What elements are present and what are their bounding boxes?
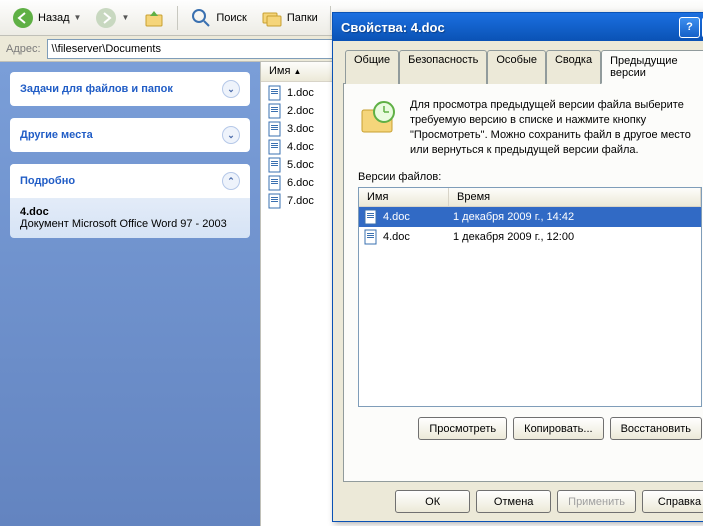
- doc-icon: [267, 157, 283, 173]
- chevron-down-icon: ▼: [121, 13, 129, 22]
- folders-label: Папки: [287, 12, 318, 24]
- tab-2[interactable]: Особые: [487, 50, 546, 84]
- doc-icon: [267, 175, 283, 191]
- tasks-sidebar: Задачи для файлов и папок ⌄ Другие места…: [0, 62, 260, 526]
- doc-icon: [363, 229, 379, 245]
- view-button[interactable]: Просмотреть: [418, 417, 507, 440]
- forward-icon: [95, 7, 117, 29]
- tab-0[interactable]: Общие: [345, 50, 399, 84]
- tab-1[interactable]: Безопасность: [399, 50, 487, 84]
- folder-up-icon: [143, 7, 165, 29]
- details-description: Документ Microsoft Office Word 97 - 2003: [20, 218, 240, 230]
- dialog-title: Свойства: 4.doc: [341, 20, 445, 35]
- doc-icon: [267, 121, 283, 137]
- panel-details: Подробно ⌃ 4.doc Документ Microsoft Offi…: [10, 164, 250, 238]
- folders-button[interactable]: Папки: [255, 4, 324, 32]
- version-row[interactable]: 4.doc 1 декабря 2009 г., 12:00: [359, 227, 701, 247]
- tab-content: Для просмотра предыдущей версии файла вы…: [343, 84, 703, 482]
- version-name: 4.doc: [383, 211, 410, 223]
- chevron-down-icon: ⌄: [222, 80, 240, 98]
- chevron-up-icon: ⌃: [222, 172, 240, 190]
- file-name: 6.doc: [287, 177, 314, 189]
- doc-icon: [363, 209, 379, 225]
- panel-title: Другие места: [20, 129, 93, 141]
- tab-3[interactable]: Сводка: [546, 50, 601, 84]
- file-name: 4.doc: [287, 141, 314, 153]
- back-label: Назад: [38, 12, 70, 24]
- search-button[interactable]: Поиск: [184, 4, 252, 32]
- file-name: 7.doc: [287, 195, 314, 207]
- up-button[interactable]: [137, 4, 171, 32]
- details-filename: 4.doc: [20, 206, 240, 218]
- panel-other-places: Другие места ⌄: [10, 118, 250, 152]
- doc-icon: [267, 103, 283, 119]
- panel-file-tasks: Задачи для файлов и папок ⌄: [10, 72, 250, 106]
- search-icon: [190, 7, 212, 29]
- forward-button[interactable]: ▼: [89, 4, 135, 32]
- version-name: 4.doc: [383, 231, 410, 243]
- separator: [330, 6, 331, 30]
- help-text: Для просмотра предыдущей версии файла вы…: [410, 98, 702, 157]
- file-name: 1.doc: [287, 87, 314, 99]
- restore-button[interactable]: Восстановить: [610, 417, 702, 440]
- cancel-button[interactable]: Отмена: [476, 490, 551, 513]
- panel-header[interactable]: Подробно ⌃: [10, 164, 250, 198]
- copy-button[interactable]: Копировать...: [513, 417, 603, 440]
- file-name: 5.doc: [287, 159, 314, 171]
- column-name[interactable]: Имя: [359, 188, 449, 206]
- panel-title: Подробно: [20, 175, 75, 187]
- dialog-buttons: ОК Отмена Применить Справка: [333, 490, 703, 523]
- versions-header: Имя Время: [359, 188, 701, 207]
- doc-icon: [267, 85, 283, 101]
- apply-button[interactable]: Применить: [557, 490, 636, 513]
- doc-icon: [267, 139, 283, 155]
- action-buttons: Просмотреть Копировать... Восстановить: [358, 417, 702, 440]
- file-name: 2.doc: [287, 105, 314, 117]
- help-button[interactable]: Справка: [642, 490, 703, 513]
- versions-label: Версии файлов:: [358, 171, 702, 183]
- separator: [177, 6, 178, 30]
- question-icon: ?: [686, 21, 693, 33]
- clock-folder-icon: [358, 98, 398, 138]
- versions-list[interactable]: Имя Время 4.doc1 декабря 2009 г., 14:424…: [358, 187, 702, 407]
- address-value: \\fileserver\Documents: [52, 43, 161, 55]
- version-time: 1 декабря 2009 г., 14:42: [449, 209, 701, 225]
- chevron-down-icon: ⌄: [222, 126, 240, 144]
- panel-header[interactable]: Задачи для файлов и папок ⌄: [10, 72, 250, 106]
- panel-title: Задачи для файлов и папок: [20, 83, 173, 95]
- properties-dialog: Свойства: 4.doc ? ✕ ОбщиеБезопасностьОсо…: [332, 12, 703, 522]
- column-time[interactable]: Время: [449, 188, 701, 206]
- back-button[interactable]: Назад ▼: [6, 4, 87, 32]
- dialog-titlebar[interactable]: Свойства: 4.doc ? ✕: [333, 13, 703, 41]
- search-label: Поиск: [216, 12, 246, 24]
- address-label: Адрес:: [6, 43, 41, 55]
- file-name: 3.doc: [287, 123, 314, 135]
- panel-body: 4.doc Документ Microsoft Office Word 97 …: [10, 198, 250, 238]
- version-time: 1 декабря 2009 г., 12:00: [449, 229, 701, 245]
- version-row[interactable]: 4.doc 1 декабря 2009 г., 14:42: [359, 207, 701, 227]
- window-buttons: ? ✕: [679, 17, 703, 38]
- tab-strip: ОбщиеБезопасностьОсобыеСводкаПредыдущие …: [343, 49, 703, 84]
- ok-button[interactable]: ОК: [395, 490, 470, 513]
- chevron-down-icon: ▼: [74, 13, 82, 22]
- dialog-body: ОбщиеБезопасностьОсобыеСводкаПредыдущие …: [333, 41, 703, 490]
- panel-header[interactable]: Другие места ⌄: [10, 118, 250, 152]
- help-button[interactable]: ?: [679, 17, 700, 38]
- tab-4[interactable]: Предыдущие версии: [601, 50, 703, 84]
- back-icon: [12, 7, 34, 29]
- help-section: Для просмотра предыдущей версии файла вы…: [358, 98, 702, 157]
- folders-icon: [261, 7, 283, 29]
- doc-icon: [267, 193, 283, 209]
